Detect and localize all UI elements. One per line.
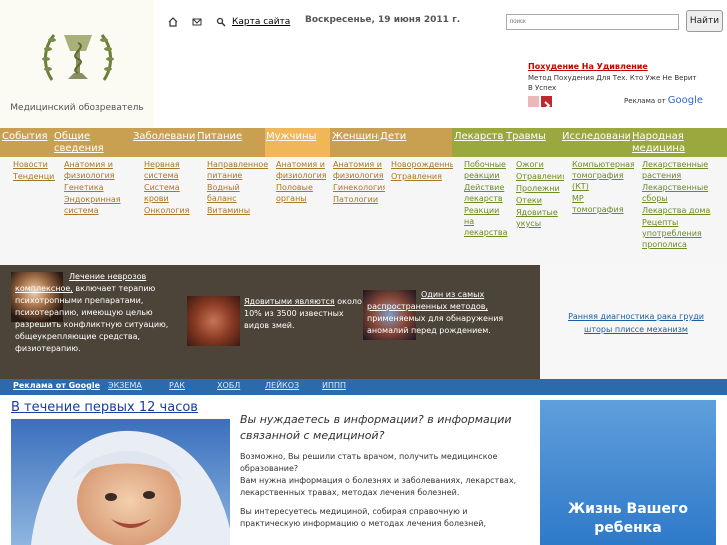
ad-link-eczema[interactable]: ЭКЗЕМА (108, 381, 142, 390)
nav-item-diseases[interactable]: Заболевания (133, 128, 195, 157)
feature-band: Лечение неврозов комплексное, включает т… (0, 265, 540, 379)
subnav-column-injuries: Ожоги Отравления Пролежни Отеки Ядовитые… (514, 157, 564, 265)
ads-by-google[interactable]: Реклама от Google (624, 95, 703, 106)
subnav-link[interactable]: Пролежни (516, 183, 564, 194)
subnav-link[interactable]: Отеки (516, 195, 564, 206)
mail-icon[interactable] (192, 17, 202, 27)
nav-item-research[interactable]: Исследования (562, 128, 630, 157)
subnav-link[interactable]: Ожоги (516, 159, 564, 170)
bowl-of-hygieia-icon (42, 34, 114, 81)
subnav-link[interactable]: Водный баланс (207, 182, 269, 204)
nav-item-injuries[interactable]: Травмы (506, 128, 558, 157)
main-navigation: События Общие сведения Заболевания Питан… (0, 128, 727, 157)
nav-item-children[interactable]: Дети (380, 128, 450, 157)
subnav-column-drugs: Побочные реакции Действие лекарств Реакц… (462, 157, 510, 265)
search-button[interactable]: Найти (686, 10, 723, 32)
ad-title[interactable]: Похудение На Удивление (528, 62, 703, 71)
subnav-link[interactable]: МР томография (572, 193, 634, 215)
subnav-link[interactable]: Лекарственные растения (642, 159, 727, 181)
subnav-link[interactable]: Действие лекарств (464, 182, 510, 204)
subnav-link[interactable]: Рецепты употребления прополиса (642, 217, 727, 250)
feature-text-prenatal: Один из самых распространенных методов, … (367, 290, 504, 335)
subnav-link[interactable]: Витамины (207, 205, 269, 216)
google-ad-top[interactable]: Похудение На Удивление Метод Похудения Д… (528, 62, 703, 110)
subnav-link[interactable]: Побочные реакции (464, 159, 510, 181)
subnav-column-events: Новости Тенденции (11, 157, 55, 265)
nav-item-nutrition[interactable]: Питание (197, 128, 263, 157)
ad-text: Метод Похудения Для Тех. Кто Уже Не Вери… (528, 74, 697, 92)
subnav-link[interactable]: Половые органы (276, 182, 326, 204)
subnav-link[interactable]: Направленное питание (207, 159, 269, 181)
promo-text: Жизнь Вашего ребенка (568, 501, 688, 536)
nav-item-drugs[interactable]: Лекарства (454, 128, 504, 157)
ad-link-cancer[interactable]: РАК (169, 381, 185, 390)
ad-link-sti[interactable]: ИППП (322, 381, 346, 390)
nav-item-folk-medicine[interactable]: Народная медицина (632, 128, 727, 157)
subnav-column-women: Анатомия и физиология Гинекология Патоло… (331, 157, 385, 265)
sitemap-link[interactable]: Карта сайта (232, 17, 290, 27)
feature-text-snake: Ядовитыми являются около 10% из 3500 изв… (244, 297, 362, 330)
subnav-link[interactable]: Ядовитые укусы (516, 207, 564, 229)
subnav-link[interactable]: Онкология (144, 205, 200, 216)
subnav-link[interactable]: Лекарства дома (642, 205, 727, 216)
feature-link-prenatal[interactable]: Один из самых распространенных методов, (367, 290, 488, 311)
subnav-link[interactable]: Патологии (333, 194, 385, 205)
subnav-link[interactable]: Новости (13, 159, 55, 170)
subnav-link[interactable]: Система крови (144, 182, 200, 204)
ads-by-google-link[interactable]: Реклама от Google (13, 381, 100, 390)
subnav-link[interactable]: Отравления (391, 171, 453, 182)
logo-area[interactable]: Медицинский обозреватель (0, 0, 154, 128)
sub-navigation: Новости Тенденции Анатомия и физиология … (0, 157, 727, 265)
subnav-link[interactable]: Гинекология (333, 182, 385, 193)
subnav-column-folk-medicine: Лекарственные растения Лекарственные сбо… (640, 157, 727, 265)
ad-links-strip: Реклама от Google ЭКЗЕМА РАК ХОБЛ ЛЕЙКОЗ… (0, 379, 727, 395)
article-headline[interactable]: В течение первых 12 часов (11, 400, 198, 415)
subnav-column-nutrition: Направленное питание Водный баланс Витам… (205, 157, 269, 265)
subnav-link[interactable]: Анатомия и физиология (276, 159, 326, 181)
nav-item-events[interactable]: События (2, 128, 50, 157)
article-question: Вы нуждаетесь в информации? в информации… (240, 413, 512, 442)
subnav-link[interactable]: Лекарственные сборы (642, 182, 727, 204)
logo-text: Медицинский обозреватель (10, 103, 144, 113)
top-toolbar: Карта сайта (168, 15, 290, 29)
subnav-column-general: Анатомия и физиология Генетика Эндокринн… (62, 157, 136, 265)
subnav-link[interactable]: Анатомия и физиология (333, 159, 385, 181)
subnav-link[interactable]: Нервная система (144, 159, 200, 181)
subnav-link[interactable]: Генетика (64, 182, 136, 193)
ad-link-copd[interactable]: ХОБЛ (217, 381, 240, 390)
subnav-link[interactable]: Компьютерная томография (КТ) (572, 159, 634, 192)
search-icon (216, 17, 226, 27)
subnav-link[interactable]: Новорожденные (391, 159, 453, 170)
feature-right-box: Ранняя диагностика рака груди шторы плис… (540, 265, 727, 379)
subnav-link[interactable]: Эндокринная система (64, 194, 136, 216)
subnav-column-diseases: Нервная система Система крови Онкология (142, 157, 200, 265)
child-life-promo[interactable]: Жизнь Вашего ребенка (540, 400, 716, 545)
subnav-link[interactable]: Тенденции (13, 171, 55, 182)
subnav-link[interactable]: Анатомия и физиология (64, 159, 136, 181)
ad-link-leukemia[interactable]: ЛЕЙКОЗ (265, 381, 299, 390)
subnav-link[interactable]: Реакции на лекарства (464, 205, 510, 238)
article-paragraph: Вы интересуетесь медициной, собирая спра… (240, 507, 487, 528)
article-body: Вы нуждаетесь в информации? в информации… (240, 412, 530, 530)
home-icon[interactable] (168, 17, 178, 27)
article-paragraph: Возможно, Вы решили стать врачом, получи… (240, 452, 517, 497)
subnav-column-men: Анатомия и физиология Половые органы (274, 157, 326, 265)
breast-cancer-link[interactable]: Ранняя диагностика рака груди шторы плис… (556, 310, 716, 336)
subnav-column-children: Новорожденные Отравления (389, 157, 453, 265)
baby-photo[interactable] (11, 419, 230, 545)
current-date: Воскресенье, 19 июня 2011 г. (305, 15, 461, 25)
ad-next-icon[interactable] (541, 96, 552, 110)
feature-image-snake[interactable] (187, 296, 240, 346)
subnav-column-research: Компьютерная томография (КТ) МР томограф… (570, 157, 634, 265)
search-input[interactable] (506, 14, 679, 30)
feature-link-snake[interactable]: Ядовитыми являются (244, 297, 335, 306)
subnav-link[interactable]: Отравления (516, 171, 564, 182)
baby-illustration (11, 419, 230, 545)
feature-text-neurosis: Лечение неврозов комплексное, включает т… (15, 272, 169, 353)
ad-prev-icon[interactable] (528, 96, 539, 107)
nav-item-general[interactable]: Общие сведения (54, 128, 130, 157)
nav-item-men[interactable]: Мужчины (265, 128, 330, 157)
nav-item-women[interactable]: Женщины (331, 128, 379, 157)
